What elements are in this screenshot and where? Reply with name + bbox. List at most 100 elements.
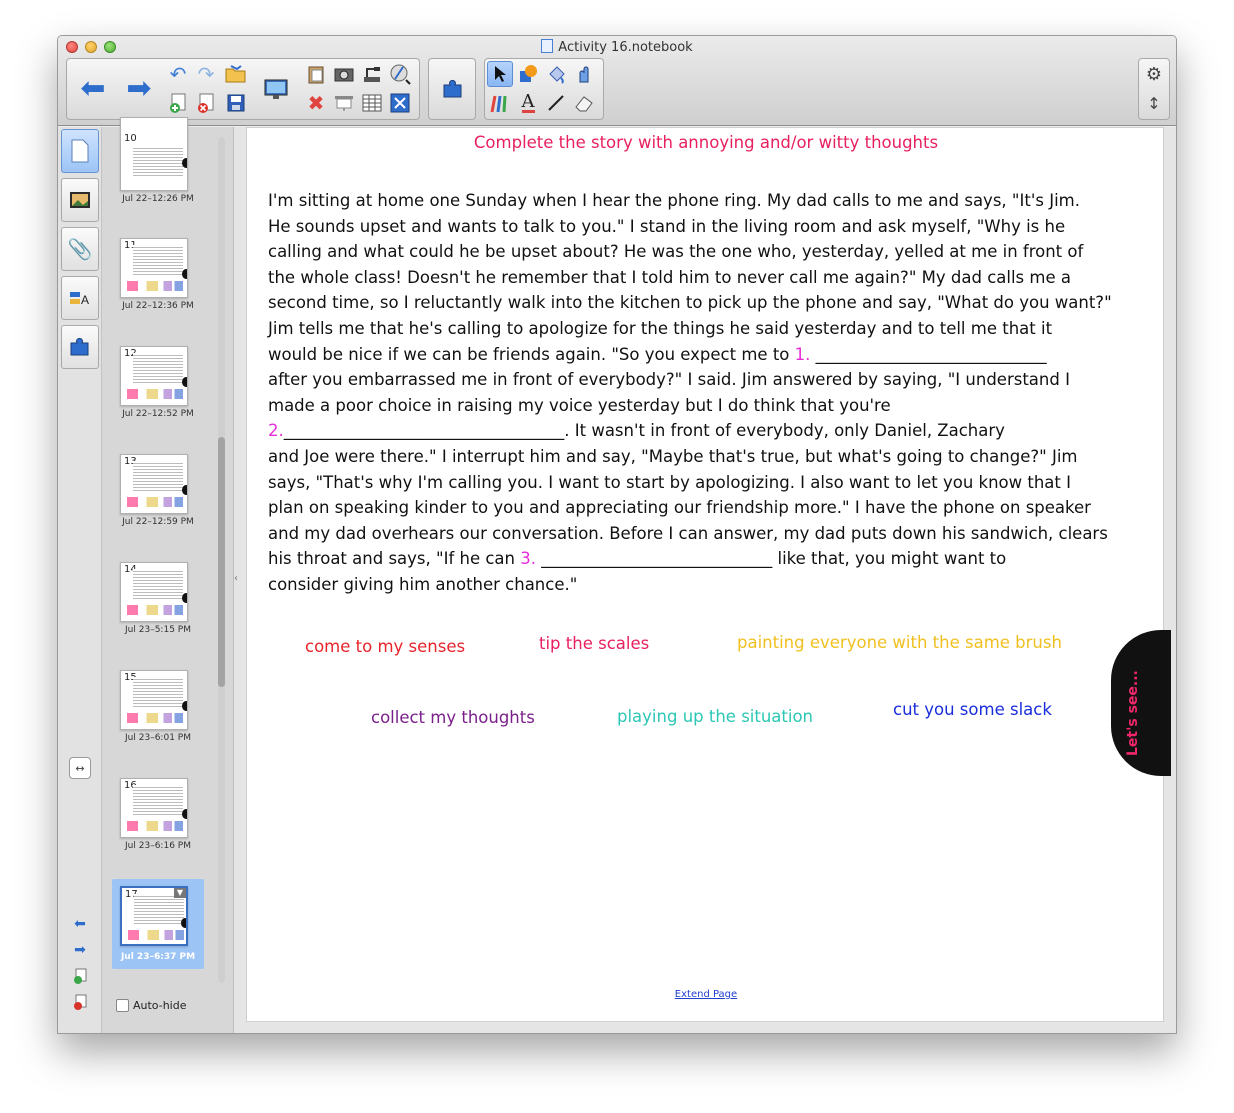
tab-attachments[interactable]: 📎: [61, 227, 99, 271]
insert-table-button[interactable]: [359, 90, 385, 116]
add-page-icon: [74, 968, 87, 984]
thumbnail-preview: 14: [120, 562, 188, 622]
phrase-playing-up-the-situation[interactable]: playing up the situation: [617, 707, 813, 726]
page-thumbnail-selected[interactable]: 17 ▼ Jul 23–6:37 PM: [112, 879, 204, 969]
delete-page-button[interactable]: [193, 90, 219, 116]
story-text: I'm sitting at home one Sunday when I he…: [268, 188, 1148, 598]
document-camera-button[interactable]: [359, 61, 385, 87]
settings-toolbar-group: ⚙ ↕: [1138, 58, 1170, 120]
add-ons-button[interactable]: [439, 75, 467, 103]
extend-page-link[interactable]: Extend Page: [247, 989, 1165, 1000]
sidebar-resize-handle[interactable]: ‹: [234, 573, 244, 585]
undo-button[interactable]: ↶: [165, 61, 191, 87]
fullscreen-button[interactable]: [387, 90, 413, 116]
sorter-scrollbar-thumb[interactable]: [218, 437, 225, 687]
page-thumbnail[interactable]: 11 Jul 22–12:36 PM: [112, 238, 204, 338]
phrase-painting-everyone[interactable]: painting everyone with the same brush: [737, 633, 1062, 652]
line-tool[interactable]: [543, 90, 569, 116]
auto-hide-checkbox[interactable]: [116, 999, 129, 1012]
title-bar: Activity 16.notebook ⬅ ➡ ↶ ↷ ✖ A ⚙ ↕: [58, 36, 1176, 126]
blank-number-2: 2.: [268, 421, 284, 441]
thumbnail-date: Jul 23–6:37 PM: [120, 952, 196, 962]
phrase-tip-the-scales[interactable]: tip the scales: [539, 634, 649, 653]
delete-button[interactable]: ✖: [303, 90, 329, 116]
screen-shade-button[interactable]: [261, 75, 291, 105]
auto-hide-label: Auto-hide: [133, 999, 187, 1012]
next-page-button[interactable]: ➡: [119, 69, 159, 109]
arrow-right-icon: ➡: [126, 71, 152, 106]
clipboard-icon: [308, 66, 324, 84]
fill-tool[interactable]: [543, 61, 569, 87]
thumbnail-number: 10: [124, 133, 137, 144]
auto-hide-option[interactable]: Auto-hide: [116, 999, 187, 1012]
thumbnail-preview: 12: [120, 346, 188, 406]
sorter-scrollbar[interactable]: [218, 137, 225, 983]
story-part-1: I'm sitting at home one Sunday when I he…: [268, 191, 1112, 364]
main-toolbar-group: ⬅ ➡ ↶ ↷ ✖: [66, 58, 420, 120]
projector-screen-icon: [335, 96, 353, 111]
tab-page-sorter[interactable]: [61, 129, 99, 173]
settings-button[interactable]: ⚙: [1141, 62, 1167, 88]
phrase-collect-my-thoughts[interactable]: collect my thoughts: [371, 708, 535, 727]
delete-page-icon: [74, 994, 87, 1010]
screen-shade-toggle[interactable]: [331, 90, 357, 116]
page-thumbnail[interactable]: 16 Jul 23–6:16 PM: [112, 778, 204, 878]
cursor-arrow-icon: [495, 66, 506, 82]
gallery-image-icon: [70, 192, 90, 208]
phrase-cut-you-some-slack[interactable]: cut you some slack: [893, 700, 1052, 719]
redo-button[interactable]: ↷: [193, 61, 219, 87]
page-thumbnail[interactable]: 10 Jul 22–12:26 PM: [112, 117, 204, 209]
hand-pointer-icon: [579, 66, 589, 83]
page-thumbnail[interactable]: 15 Jul 23–6:01 PM: [112, 670, 204, 770]
page-thumbnail[interactable]: 13 Jul 22–12:59 PM: [112, 454, 204, 554]
compass-pen-icon: [390, 64, 411, 85]
window-title-text: Activity 16.notebook: [558, 40, 693, 55]
page-thumbnail[interactable]: 12 Jul 22–12:52 PM: [112, 346, 204, 446]
sidebar-delete-page-button[interactable]: [69, 991, 91, 1013]
extend-page-label[interactable]: Extend Page: [675, 989, 737, 1000]
arrow-left-icon: ⬅: [74, 916, 86, 932]
save-button[interactable]: [223, 90, 249, 116]
shapes-tool[interactable]: [515, 61, 541, 87]
text-tool[interactable]: A: [515, 90, 541, 116]
tab-properties[interactable]: A: [61, 276, 99, 320]
thumbnail-preview: 16: [120, 778, 188, 838]
add-page-button[interactable]: [165, 90, 191, 116]
eraser-tool[interactable]: [571, 90, 597, 116]
redo-icon: ↷: [197, 62, 215, 86]
dock-sidebar-button[interactable]: ↔: [69, 757, 91, 779]
tab-gallery[interactable]: [61, 178, 99, 222]
story-part-3: __________________________________. It w…: [268, 421, 1108, 569]
table-icon: [362, 94, 382, 112]
sidebar-next-page-button[interactable]: ➡: [69, 939, 91, 961]
text-a-icon: A: [521, 90, 535, 113]
phrase-come-to-my-senses[interactable]: come to my senses: [305, 637, 465, 656]
pens-tool[interactable]: [487, 90, 513, 116]
floppy-disk-icon: [227, 94, 245, 112]
toolbar-position-button[interactable]: ↕: [1141, 91, 1167, 117]
sidebar-previous-page-button[interactable]: ⬅: [69, 913, 91, 935]
lets-see-reveal-tab[interactable]: Let's see...: [1111, 630, 1171, 776]
delete-page-icon: [198, 93, 214, 113]
select-tool[interactable]: [487, 61, 513, 87]
tab-add-ons[interactable]: [61, 325, 99, 369]
screen-capture-button[interactable]: [331, 61, 357, 87]
previous-page-button[interactable]: ⬅: [73, 69, 113, 109]
notebook-document-icon: [541, 39, 554, 53]
paste-button[interactable]: [303, 61, 329, 87]
page-thumbnail[interactable]: 14 Jul 23–5:15 PM: [112, 562, 204, 662]
thumbnail-menu-button[interactable]: ▼: [174, 888, 186, 898]
open-file-button[interactable]: [223, 61, 249, 87]
notebook-page: Complete the story with annoying and/or …: [246, 127, 1171, 1022]
line-icon: [548, 95, 564, 111]
delete-x-icon: ✖: [307, 91, 325, 115]
magic-pen-button[interactable]: [387, 61, 413, 87]
thumbnail-preview: 15: [120, 670, 188, 730]
blank-number-3: 3.: [520, 549, 536, 569]
page-icon: [71, 139, 89, 163]
blank-number-1: 1.: [794, 344, 811, 364]
sidebar-add-page-button[interactable]: [69, 965, 91, 987]
camera-icon: [334, 68, 354, 82]
monitor-icon: [264, 79, 288, 99]
magic-fill-tool[interactable]: [571, 61, 597, 87]
